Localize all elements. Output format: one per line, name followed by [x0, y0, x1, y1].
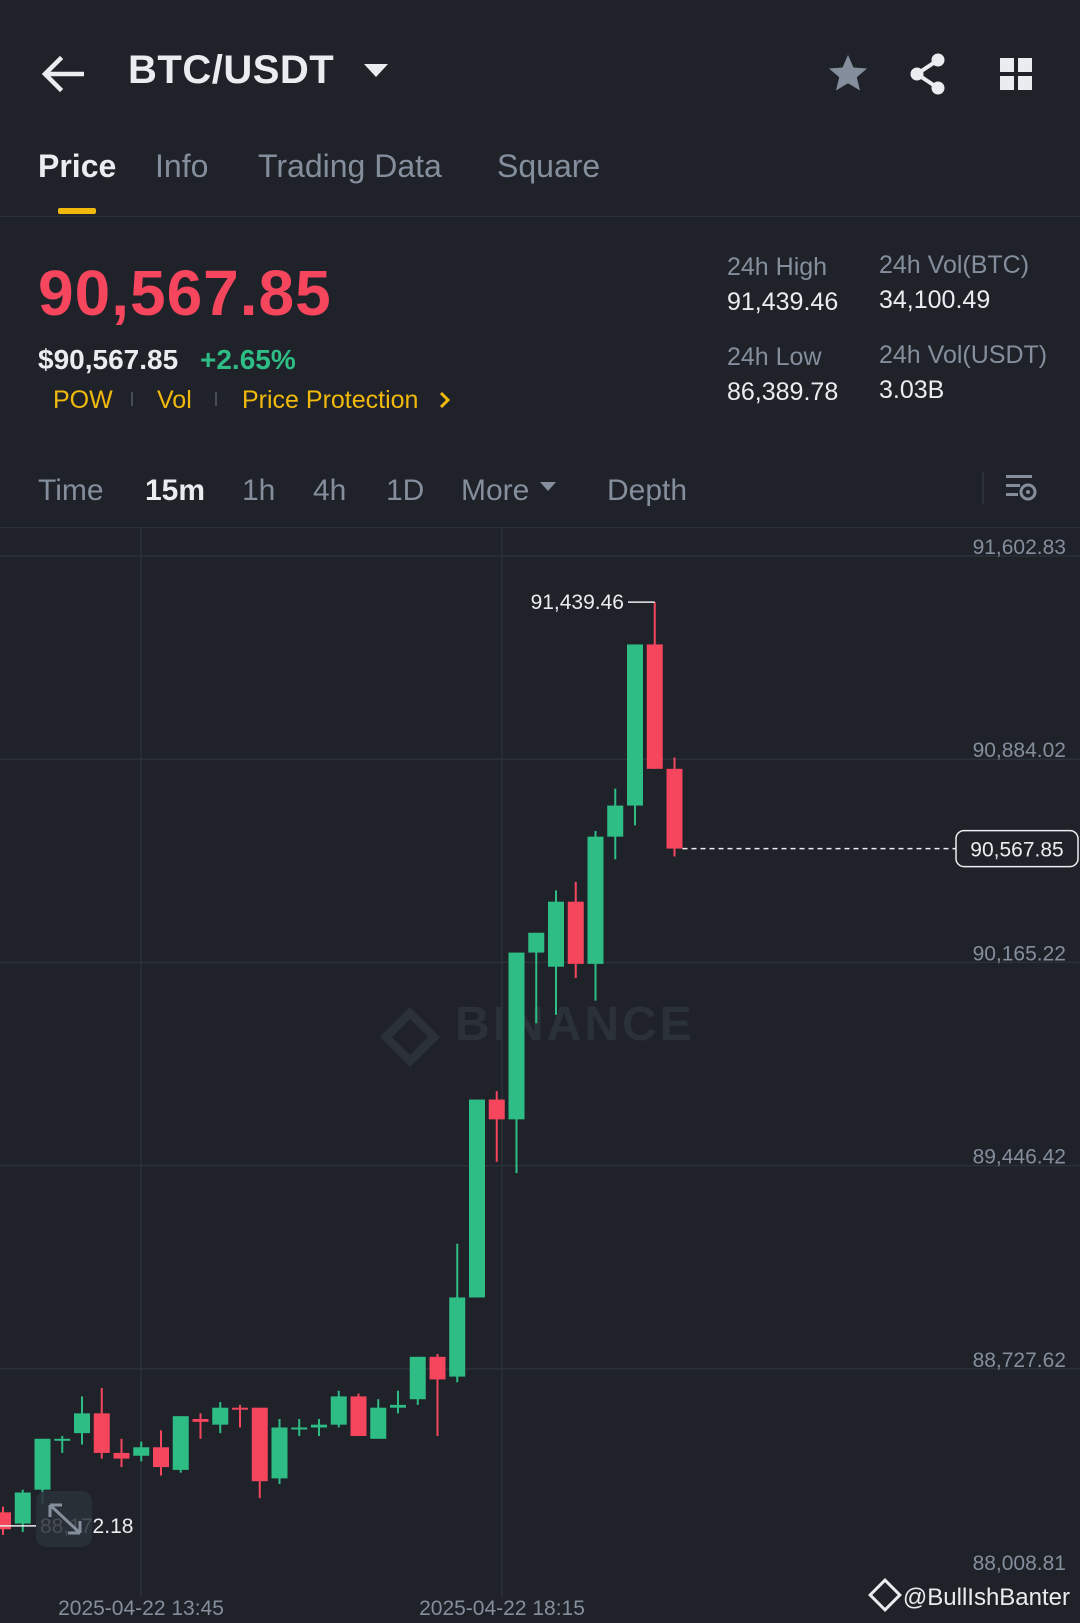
tab-price[interactable]: Price	[38, 148, 116, 185]
candle-body	[192, 1419, 209, 1422]
candle-body	[370, 1407, 387, 1439]
candle-body	[232, 1407, 248, 1410]
y-axis-tick-label: 88,008.81	[973, 1552, 1066, 1575]
interval-15m[interactable]: 15m	[145, 474, 205, 508]
candle-body	[587, 836, 604, 964]
candlestick-chart[interactable]: BINANCE 91,439.4688,172.1890,567.85 91,6…	[0, 527, 1080, 1623]
candle-body	[409, 1356, 426, 1400]
stat-24h-low-value: 86,389.78	[727, 378, 839, 406]
usd-price: $90,567.85	[38, 344, 179, 375]
x-axis-tick-label: 2025-04-22 18:15	[419, 1597, 585, 1620]
tag-separator	[131, 392, 133, 406]
candle-body	[212, 1407, 229, 1425]
candle-body	[271, 1427, 288, 1479]
candle-body	[488, 1099, 505, 1120]
chevron-right-icon[interactable]	[438, 390, 452, 410]
stat-24h-vol-btc-value: 34,100.49	[879, 286, 991, 314]
depth-tab[interactable]: Depth	[607, 474, 687, 508]
candle-body	[390, 1404, 406, 1408]
candle-body	[93, 1413, 110, 1453]
interval-1h[interactable]: 1h	[242, 474, 275, 508]
pair-title[interactable]: BTC/USDT	[128, 48, 334, 93]
candle-body	[54, 1438, 71, 1441]
y-axis-tick-label: 89,446.42	[973, 1146, 1066, 1169]
candle-body	[0, 1512, 11, 1530]
candle-body	[449, 1297, 466, 1377]
candle-body	[607, 805, 624, 837]
candle-body	[311, 1424, 327, 1428]
candle-body	[350, 1396, 367, 1436]
tab-trading-data[interactable]: Trading Data	[258, 148, 442, 185]
more-caret-icon[interactable]	[540, 482, 556, 491]
candle-body	[548, 901, 564, 967]
star-icon[interactable]	[826, 52, 870, 96]
candle-body	[429, 1356, 446, 1380]
y-axis-tick-label: 90,884.02	[973, 739, 1066, 762]
active-tab-indicator	[58, 208, 96, 214]
candle-body	[469, 1099, 485, 1298]
candle-body	[666, 768, 683, 849]
candle-body	[291, 1427, 308, 1430]
candle-body	[153, 1447, 169, 1468]
candle-body	[14, 1492, 31, 1524]
candle-body	[113, 1452, 130, 1459]
y-axis-tick-label: 91,602.83	[973, 536, 1066, 559]
interval-4h[interactable]: 4h	[313, 474, 346, 508]
candle-body	[251, 1407, 268, 1482]
stat-24h-high-value: 91,439.46	[727, 288, 839, 316]
x-axis-tick-label: 2025-04-22 13:45	[58, 1597, 224, 1620]
last-price: 90,567.85	[38, 257, 332, 329]
pair-dropdown-caret-icon[interactable]	[364, 64, 388, 77]
tag-pow[interactable]: POW	[53, 386, 113, 415]
stat-24h-high-label: 24h High	[727, 253, 828, 281]
grid-menu-icon[interactable]	[994, 52, 1038, 96]
candle-body	[646, 644, 663, 769]
stat-24h-low-label: 24h Low	[727, 343, 822, 371]
y-axis-tick-label: 88,727.62	[973, 1349, 1066, 1372]
stat-24h-vol-usdt-label: 24h Vol(USDT)	[879, 341, 1048, 369]
candle-body	[627, 644, 643, 806]
candle-body	[133, 1447, 150, 1456]
back-arrow-icon[interactable]	[40, 54, 84, 94]
interval-time[interactable]: Time	[38, 474, 104, 508]
candle-body	[508, 952, 525, 1120]
y-axis-tick-label: 90,165.22	[973, 942, 1066, 965]
tab-square[interactable]: Square	[497, 148, 600, 185]
credit-watermark: @BullIshBanter	[867, 1578, 1070, 1612]
candle-body	[528, 932, 545, 953]
candle-body	[172, 1416, 189, 1470]
candle-body	[567, 901, 584, 964]
tab-info[interactable]: Info	[155, 148, 208, 185]
toolbar-separator	[982, 472, 984, 504]
tag-price-protection[interactable]: Price Protection	[242, 386, 418, 415]
share-icon[interactable]	[906, 52, 950, 96]
tag-separator	[215, 392, 217, 406]
candle-body	[330, 1396, 347, 1425]
price-change-percent: +2.65%	[200, 344, 296, 375]
interval-1d[interactable]: 1D	[386, 474, 424, 508]
tabs-divider	[0, 216, 1080, 217]
last-price-tag-label: 90,567.85	[970, 839, 1063, 862]
interval-more[interactable]: More	[461, 474, 529, 508]
chart-settings-icon[interactable]	[1004, 470, 1038, 504]
stat-24h-vol-usdt-value: 3.03B	[879, 376, 945, 404]
binance-watermark-logo-icon	[380, 1007, 440, 1067]
stat-24h-vol-btc-label: 24h Vol(BTC)	[879, 251, 1030, 279]
candle-body	[74, 1413, 90, 1434]
binance-watermark: BINANCE	[455, 998, 695, 1051]
binance-logo-icon	[867, 1578, 902, 1612]
tag-vol[interactable]: Vol	[157, 386, 192, 415]
high-marker-label: 91,439.46	[531, 591, 624, 614]
candle-body	[34, 1438, 51, 1490]
